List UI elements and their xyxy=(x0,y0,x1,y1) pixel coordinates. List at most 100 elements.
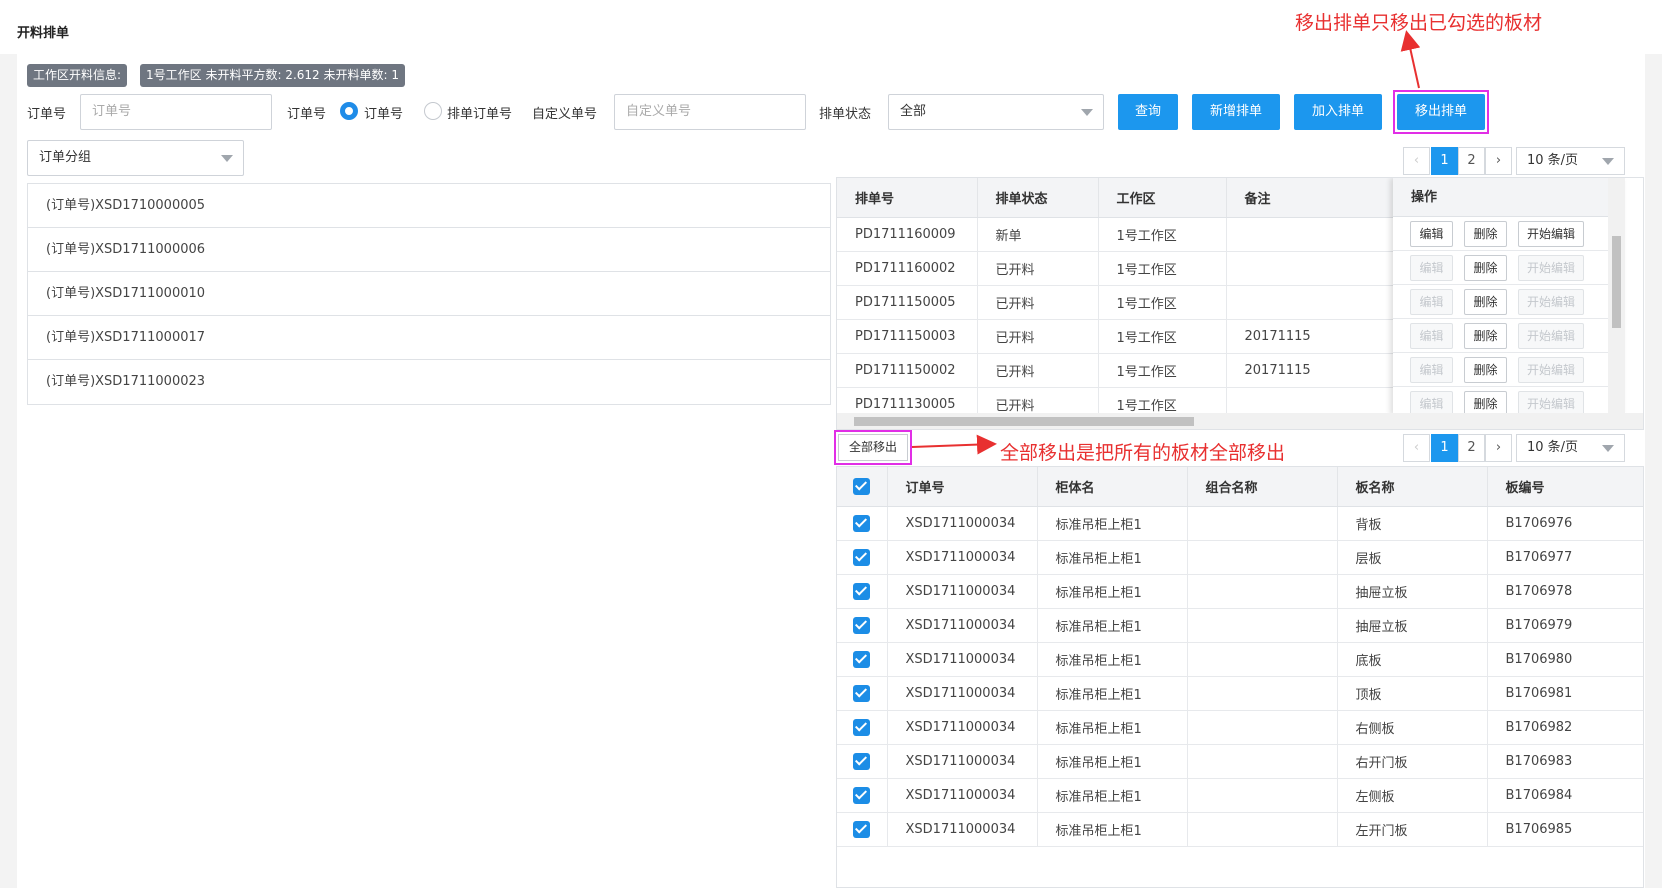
custom-number-input[interactable]: 自定义单号 xyxy=(614,94,806,130)
row-checkbox[interactable] xyxy=(853,820,871,838)
cell xyxy=(1187,744,1338,779)
edit-button[interactable]: 编辑 xyxy=(1410,221,1453,247)
cell: PD1711150002 xyxy=(837,353,978,388)
select-all-cell xyxy=(837,467,888,507)
cell: B1706980 xyxy=(1487,642,1643,677)
col-header-cabinet-name: 柜体名 xyxy=(1037,467,1188,507)
delete-button[interactable]: 删除 xyxy=(1464,323,1507,349)
cell xyxy=(1187,506,1338,541)
cell: 标准吊柜上柜1 xyxy=(1037,778,1188,813)
row-checkbox[interactable] xyxy=(853,650,871,668)
chevron-down-icon xyxy=(1602,158,1614,165)
table-row[interactable]: XSD1711000034 标准吊柜上柜1 背板 B1706976 xyxy=(837,506,1643,541)
row-select-cell xyxy=(837,710,888,745)
order-number-input[interactable]: 订单号 xyxy=(80,94,272,130)
table-header-row: 订单号 柜体名 组合名称 板名称 板编号 xyxy=(837,467,1643,507)
row-checkbox[interactable] xyxy=(853,684,871,702)
cell: PD1711160002 xyxy=(837,251,978,286)
page-size-value: 10 条/页 xyxy=(1527,153,1579,168)
cell: 标准吊柜上柜1 xyxy=(1037,608,1188,643)
col-header-combo-name: 组合名称 xyxy=(1187,467,1338,507)
next-page-icon[interactable]: › xyxy=(1485,434,1512,462)
scrollbar-thumb[interactable] xyxy=(854,417,1194,426)
cell xyxy=(1187,812,1338,847)
row-select-cell xyxy=(837,676,888,711)
cell: 1号工作区 xyxy=(1098,319,1227,354)
row-checkbox[interactable] xyxy=(853,752,871,770)
list-item[interactable]: (订单号)XSD1711000006 xyxy=(28,228,830,272)
row-select-cell xyxy=(837,642,888,677)
table-row[interactable]: PD1711160009 新单 1号工作区 xyxy=(837,217,1438,252)
delete-button[interactable]: 删除 xyxy=(1464,289,1507,315)
start-edit-button: 开始编辑 xyxy=(1518,357,1584,383)
cell: 标准吊柜上柜1 xyxy=(1037,574,1188,609)
cell: 20171115 xyxy=(1226,353,1394,388)
cell: XSD1711000034 xyxy=(887,506,1038,541)
radio-order-number[interactable] xyxy=(340,102,358,120)
table-row[interactable]: XSD1711000034 标准吊柜上柜1 右侧板 B1706982 xyxy=(837,710,1643,745)
table-row[interactable]: PD1711150002 已开料 1号工作区 20171115 xyxy=(837,353,1438,388)
cell: 1号工作区 xyxy=(1098,285,1227,320)
page-1-button[interactable]: 1 xyxy=(1431,434,1458,462)
delete-button[interactable]: 删除 xyxy=(1464,221,1507,247)
prev-page-icon[interactable]: ‹ xyxy=(1403,434,1430,462)
table-row[interactable]: PD1711150005 已开料 1号工作区 xyxy=(837,285,1438,320)
schedule-status-select[interactable]: 全部 xyxy=(888,94,1104,130)
radio-schedule-order-number[interactable] xyxy=(424,102,442,120)
table-row[interactable]: XSD1711000034 标准吊柜上柜1 抽屉立板 B1706978 xyxy=(837,574,1643,609)
row-checkbox[interactable] xyxy=(853,514,871,532)
pagination-top: ‹ 1 2 › 10 条/页 xyxy=(1403,147,1625,175)
start-edit-button[interactable]: 开始编辑 xyxy=(1518,221,1584,247)
page-size-select[interactable]: 10 条/页 xyxy=(1516,147,1625,175)
page-2-button[interactable]: 2 xyxy=(1458,147,1485,175)
cell: 标准吊柜上柜1 xyxy=(1037,506,1188,541)
prev-page-icon[interactable]: ‹ xyxy=(1403,147,1430,175)
list-item[interactable]: (订单号)XSD1711000010 xyxy=(28,272,830,316)
page-1-button[interactable]: 1 xyxy=(1431,147,1458,175)
row-checkbox[interactable] xyxy=(853,718,871,736)
delete-button[interactable]: 删除 xyxy=(1464,357,1507,383)
page-2-button[interactable]: 2 xyxy=(1458,434,1485,462)
cell xyxy=(1226,285,1394,320)
table-row[interactable]: XSD1711000034 标准吊柜上柜1 左开门板 B1706985 xyxy=(837,812,1643,847)
table-row[interactable]: XSD1711000034 标准吊柜上柜1 抽屉立板 B1706979 xyxy=(837,608,1643,643)
cell: XSD1711000034 xyxy=(887,574,1038,609)
table-row[interactable]: XSD1711000034 标准吊柜上柜1 底板 B1706980 xyxy=(837,642,1643,677)
col-header-schedule-number: 排单号 xyxy=(837,178,978,218)
table-row[interactable]: XSD1711000034 标准吊柜上柜1 左侧板 B1706984 xyxy=(837,778,1643,813)
scrollbar-thumb[interactable] xyxy=(1612,236,1621,328)
delete-button[interactable]: 删除 xyxy=(1464,255,1507,281)
cell: 标准吊柜上柜1 xyxy=(1037,676,1188,711)
page-size-select[interactable]: 10 条/页 xyxy=(1516,434,1625,462)
table-row[interactable]: XSD1711000034 标准吊柜上柜1 顶板 B1706981 xyxy=(837,676,1643,711)
join-schedule-button[interactable]: 加入排单 xyxy=(1294,94,1382,130)
cell: XSD1711000034 xyxy=(887,778,1038,813)
cell: B1706978 xyxy=(1487,574,1643,609)
annotation-bottom: 全部移出是把所有的板材全部移出 xyxy=(1000,442,1286,464)
cell: 1号工作区 xyxy=(1098,217,1227,252)
chevron-down-icon xyxy=(1081,109,1093,116)
table-row[interactable]: PD1711160002 已开料 1号工作区 xyxy=(837,251,1438,286)
table-row[interactable]: XSD1711000034 标准吊柜上柜1 右开门板 B1706983 xyxy=(837,744,1643,779)
table-row[interactable]: PD1711150003 已开料 1号工作区 20171115 xyxy=(837,319,1438,354)
actions-row: 编辑 删除 开始编辑 xyxy=(1393,217,1625,251)
row-checkbox[interactable] xyxy=(853,786,871,804)
select-all-checkbox[interactable] xyxy=(853,477,871,495)
order-group-select[interactable]: 订单分组 xyxy=(27,140,244,176)
horizontal-scrollbar[interactable] xyxy=(837,413,1643,429)
cell: 标准吊柜上柜1 xyxy=(1037,710,1188,745)
cell: 标准吊柜上柜1 xyxy=(1037,744,1188,779)
list-item[interactable]: (订单号)XSD1710000005 xyxy=(28,184,830,228)
list-item[interactable]: (订单号)XSD1711000017 xyxy=(28,316,830,360)
list-item[interactable]: (订单号)XSD1711000023 xyxy=(28,360,830,404)
vertical-scrollbar[interactable] xyxy=(1608,178,1625,415)
radio-schedule-order-label: 排单订单号 xyxy=(447,107,513,122)
row-checkbox[interactable] xyxy=(853,616,871,634)
actions-row: 编辑 删除 开始编辑 xyxy=(1393,319,1625,353)
add-schedule-button[interactable]: 新增排单 xyxy=(1192,94,1280,130)
row-checkbox[interactable] xyxy=(853,548,871,566)
next-page-icon[interactable]: › xyxy=(1485,147,1512,175)
row-checkbox[interactable] xyxy=(853,582,871,600)
query-button[interactable]: 查询 xyxy=(1118,94,1178,130)
table-row[interactable]: XSD1711000034 标准吊柜上柜1 层板 B1706977 xyxy=(837,540,1643,575)
